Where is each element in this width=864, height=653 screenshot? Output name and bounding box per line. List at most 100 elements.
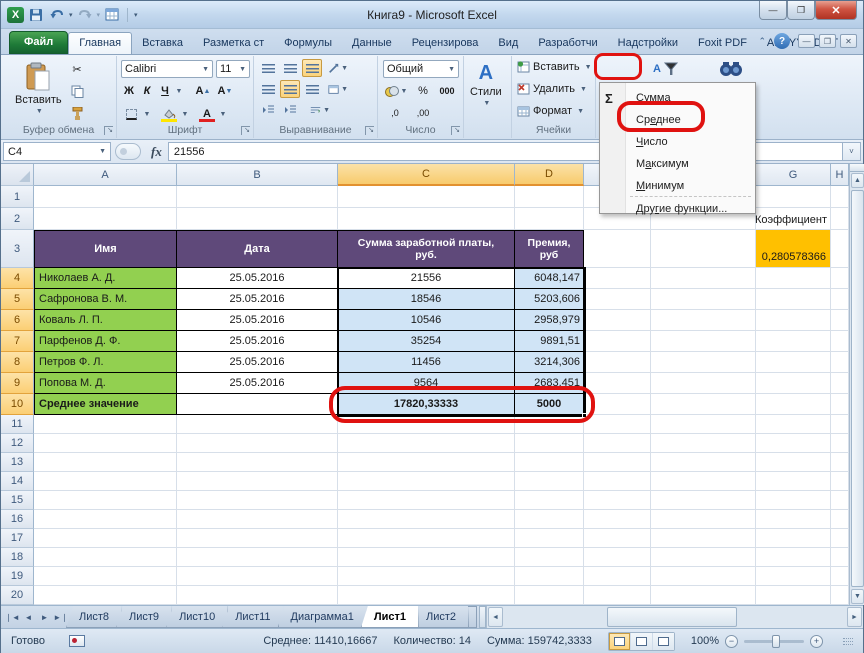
empty-cell[interactable] xyxy=(831,415,849,434)
number-dialog-launcher[interactable]: ↘ xyxy=(451,126,460,135)
decrease-indent-button[interactable] xyxy=(258,101,278,119)
empty-cell[interactable] xyxy=(831,491,849,510)
tab-data[interactable]: Данные xyxy=(342,33,402,54)
coefficient-label-cell[interactable]: Коэффициент xyxy=(756,208,831,230)
minimize-button[interactable]: — xyxy=(759,1,787,20)
empty-cell[interactable] xyxy=(177,529,338,548)
horizontal-scrollbar[interactable]: ◄ ► xyxy=(486,606,863,628)
empty-cell[interactable] xyxy=(338,529,515,548)
format-cells-button[interactable]: Формат▼ xyxy=(517,105,584,117)
empty-cell[interactable] xyxy=(651,529,756,548)
row-header[interactable]: 6 xyxy=(1,310,34,331)
split-handle[interactable] xyxy=(850,164,864,172)
align-center-button[interactable] xyxy=(280,80,300,98)
vertical-scrollbar[interactable]: ▲ ▼ xyxy=(849,164,864,605)
next-sheet-button[interactable]: ► xyxy=(37,610,52,625)
collapse-ribbon-icon[interactable]: ⌃ xyxy=(758,36,766,47)
tab-insert[interactable]: Вставка xyxy=(132,33,193,54)
horizontal-scroll-thumb[interactable] xyxy=(607,607,737,627)
empty-cell[interactable] xyxy=(34,415,177,434)
empty-cell[interactable] xyxy=(515,491,584,510)
cell-name[interactable]: Петров Ф. Л. xyxy=(34,352,177,373)
bold-button[interactable]: Ж xyxy=(121,82,137,100)
redo-dropdown-arrow[interactable]: ▾ xyxy=(97,11,101,19)
cell-name[interactable]: Попова М. Д. xyxy=(34,373,177,394)
formula-bar-handle[interactable] xyxy=(115,143,141,160)
empty-cell[interactable] xyxy=(515,453,584,472)
col-header-c[interactable]: C xyxy=(338,164,515,186)
clipboard-dialog-launcher[interactable]: ↘ xyxy=(104,126,113,135)
col-header-h[interactable]: H xyxy=(831,164,849,186)
empty-cell[interactable] xyxy=(515,415,584,434)
cell-date[interactable]: 25.05.2016 xyxy=(177,331,338,352)
empty-cell[interactable] xyxy=(831,529,849,548)
empty-cell[interactable] xyxy=(651,586,756,605)
active-cell-c4[interactable]: 21556 xyxy=(338,268,515,289)
table-header-bonus[interactable]: Премия,руб xyxy=(515,230,584,268)
tab-file[interactable]: Файл xyxy=(9,31,68,54)
cell-bonus[interactable]: 2958,979 xyxy=(515,310,584,331)
row-header[interactable]: 4 xyxy=(1,268,34,289)
format-painter-button[interactable] xyxy=(67,104,87,122)
table-header-date[interactable]: Дата xyxy=(177,230,338,268)
sheet-tab-diagramma1[interactable]: Диаграмма1 xyxy=(278,606,367,628)
scroll-right-arrow[interactable]: ► xyxy=(847,607,862,627)
workbook-restore-button[interactable]: ❐ xyxy=(819,34,836,48)
empty-cell[interactable] xyxy=(584,453,651,472)
cell-date[interactable]: 25.05.2016 xyxy=(177,268,338,289)
cell-salary[interactable]: 35254 xyxy=(338,331,515,352)
cell-name[interactable]: Парфенов Д. Ф. xyxy=(34,331,177,352)
row-header[interactable]: 8 xyxy=(1,352,34,373)
empty-cell[interactable] xyxy=(34,567,177,586)
styles-button[interactable]: А Стили ▼ xyxy=(468,58,504,111)
zoom-level[interactable]: 100% xyxy=(691,635,719,647)
empty-cell[interactable] xyxy=(338,491,515,510)
undo-dropdown-arrow[interactable]: ▾ xyxy=(69,11,73,19)
zoom-out-button[interactable]: − xyxy=(725,635,738,648)
empty-cell[interactable] xyxy=(515,472,584,491)
menu-item-average[interactable]: Среднее xyxy=(600,110,755,130)
sort-filter-button[interactable]: А xyxy=(648,60,682,78)
empty-cell[interactable] xyxy=(338,434,515,453)
row-header[interactable]: 10 xyxy=(1,394,34,415)
grow-font-button[interactable]: А▲ xyxy=(193,82,213,100)
row-header[interactable]: 3 xyxy=(1,230,34,268)
empty-cell[interactable] xyxy=(338,415,515,434)
underline-dropdown-arrow[interactable]: ▼ xyxy=(173,82,183,100)
empty-cell[interactable] xyxy=(338,186,515,208)
cell-date[interactable]: 25.05.2016 xyxy=(177,373,338,394)
increase-decimal-button[interactable]: ,0 xyxy=(383,104,407,122)
cell-date[interactable]: 25.05.2016 xyxy=(177,352,338,373)
tab-addins[interactable]: Надстройки xyxy=(608,33,688,54)
vertical-scroll-thumb[interactable] xyxy=(851,190,864,587)
row-header[interactable]: 16 xyxy=(1,510,34,529)
empty-cell[interactable] xyxy=(177,586,338,605)
empty-cell[interactable] xyxy=(831,510,849,529)
empty-cell[interactable] xyxy=(34,186,177,208)
underline-button[interactable]: Ч xyxy=(157,82,173,100)
empty-cell[interactable] xyxy=(651,548,756,567)
redo-button[interactable] xyxy=(76,6,94,23)
empty-cell[interactable] xyxy=(831,186,849,208)
orientation-button[interactable]: ▼ xyxy=(328,59,348,77)
menu-item-min[interactable]: Минимум xyxy=(600,176,755,196)
empty-cell[interactable] xyxy=(756,586,831,605)
row-header[interactable]: 12 xyxy=(1,434,34,453)
close-button[interactable]: ✕ xyxy=(815,1,857,20)
empty-cell[interactable] xyxy=(515,586,584,605)
help-icon[interactable]: ? xyxy=(774,33,790,49)
tab-developer[interactable]: Разработчи xyxy=(528,33,607,54)
empty-cell[interactable] xyxy=(756,548,831,567)
sheet-tab-list10[interactable]: Лист10 xyxy=(166,606,228,628)
row-header[interactable]: 13 xyxy=(1,453,34,472)
cell-bonus[interactable]: 3214,306 xyxy=(515,352,584,373)
cell-bonus[interactable]: 5203,606 xyxy=(515,289,584,310)
row-header[interactable]: 5 xyxy=(1,289,34,310)
empty-cell[interactable] xyxy=(177,567,338,586)
sheet-tab-list2[interactable]: Лист2 xyxy=(413,606,469,628)
cell-salary[interactable]: 9564 xyxy=(338,373,515,394)
customize-qat-button[interactable]: ▾ xyxy=(134,11,138,19)
empty-cell[interactable] xyxy=(584,491,651,510)
empty-cell[interactable] xyxy=(584,434,651,453)
insert-function-button[interactable]: fx xyxy=(145,144,168,160)
